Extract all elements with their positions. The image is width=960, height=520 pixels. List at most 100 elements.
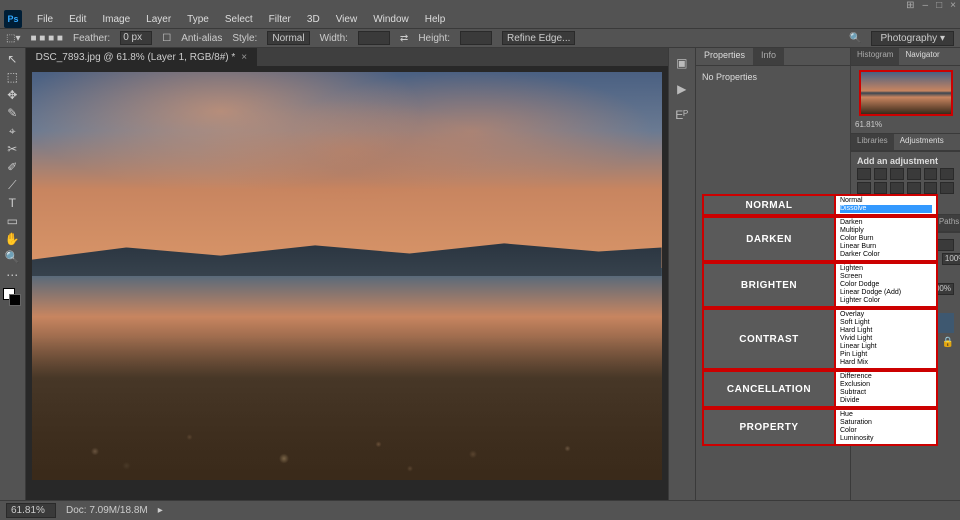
blend-mode-option[interactable]: Vivid Light <box>840 335 932 343</box>
tab-navigator[interactable]: Navigator <box>899 48 945 65</box>
close-icon[interactable]: × <box>950 0 956 11</box>
pen-tool[interactable]: ⟋ <box>1 176 23 194</box>
menu-3d[interactable]: 3D <box>300 12 327 27</box>
color-swatch[interactable] <box>3 288 21 306</box>
blend-mode-option[interactable]: Luminosity <box>840 435 932 443</box>
menu-type[interactable]: Type <box>180 12 216 27</box>
blend-mode-option[interactable]: Saturation <box>840 419 932 427</box>
blend-mode-option[interactable]: Hue <box>840 411 932 419</box>
blend-mode-option[interactable]: Linear Dodge (Add) <box>840 289 932 297</box>
menu-select[interactable]: Select <box>218 12 260 27</box>
blend-mode-option[interactable]: Hard Mix <box>840 359 932 367</box>
adj-icon[interactable] <box>857 182 871 194</box>
tab-adjustments[interactable]: Adjustments <box>894 134 950 150</box>
blend-mode-option[interactable]: Subtract <box>840 389 932 397</box>
blend-mode-option[interactable]: Soft Light <box>840 319 932 327</box>
zoom-input[interactable]: 61.81% <box>6 503 56 518</box>
close-tab-icon[interactable]: × <box>241 52 247 63</box>
blend-mode-option[interactable]: Color Dodge <box>840 281 932 289</box>
blend-mode-option[interactable]: Dissolve <box>840 205 932 213</box>
blend-mode-option[interactable]: Linear Light <box>840 343 932 351</box>
blend-mode-option[interactable]: Divide <box>840 397 932 405</box>
brush-tool[interactable]: ✐ <box>1 158 23 176</box>
menu-view[interactable]: View <box>329 12 365 27</box>
blend-mode-option[interactable]: Overlay <box>840 311 932 319</box>
adj-icon[interactable] <box>924 168 938 180</box>
blend-category-darken: DARKEN <box>702 216 836 262</box>
wand-tool[interactable]: ✎ <box>1 104 23 122</box>
blend-mode-option[interactable]: Color <box>840 427 932 435</box>
tab-properties[interactable]: Properties <box>696 48 753 65</box>
style-select[interactable]: Normal <box>267 31 309 45</box>
blend-mode-option[interactable]: Exclusion <box>840 381 932 389</box>
adj-icon[interactable] <box>907 182 921 194</box>
menu-window[interactable]: Window <box>366 12 416 27</box>
adj-icon[interactable] <box>874 168 888 180</box>
maximize-icon[interactable]: □ <box>936 0 942 11</box>
height-input[interactable] <box>460 31 492 45</box>
blend-mode-option[interactable]: Linear Burn <box>840 243 932 251</box>
blend-mode-option[interactable]: Color Burn <box>840 235 932 243</box>
tab-libraries[interactable]: Libraries <box>851 134 894 150</box>
blend-mode-option[interactable]: Darker Color <box>840 251 932 259</box>
canvas[interactable] <box>32 72 662 480</box>
blend-mode-option[interactable]: Darken <box>840 219 932 227</box>
minimize-icon[interactable]: – <box>923 0 929 11</box>
blend-mode-option[interactable]: Normal <box>840 197 932 205</box>
menu-image[interactable]: Image <box>95 12 137 27</box>
workspace-select[interactable]: Photography ▾ <box>871 31 954 46</box>
blend-category-cancellation: CANCELLATION <box>702 370 836 408</box>
blend-mode-option[interactable]: Lighten <box>840 265 932 273</box>
extra-icon[interactable]: ⊞ <box>906 0 914 11</box>
more-tools[interactable]: ⋯ <box>1 266 23 284</box>
adj-icon[interactable] <box>857 168 871 180</box>
actions-icon[interactable]: ▶ <box>673 80 691 98</box>
adj-icon[interactable] <box>924 182 938 194</box>
blend-mode-option[interactable]: Multiply <box>840 227 932 235</box>
menu-file[interactable]: File <box>30 12 60 27</box>
lasso-tool[interactable]: ✥ <box>1 86 23 104</box>
shape-tool[interactable]: ▭ <box>1 212 23 230</box>
menu-filter[interactable]: Filter <box>262 12 298 27</box>
blend-mode-option[interactable]: Hard Light <box>840 327 932 335</box>
adj-icon[interactable] <box>940 168 954 180</box>
hand-tool[interactable]: ✋ <box>1 230 23 248</box>
feather-input[interactable]: 0 px <box>120 31 152 45</box>
chevron-right-icon[interactable]: ▸ <box>158 505 163 516</box>
tab-histogram[interactable]: Histogram <box>851 48 899 65</box>
crop-tool[interactable]: ⌖ <box>1 122 23 140</box>
collapsed-panels: ▣ ▶ Eᴾ <box>668 48 695 500</box>
search-icon[interactable]: 🔍 <box>849 33 861 44</box>
blend-category-normal: NORMAL <box>702 194 836 216</box>
navigator-zoom[interactable]: 61.81% <box>855 120 882 129</box>
feather-label: Feather: <box>73 33 110 44</box>
menu-help[interactable]: Help <box>418 12 453 27</box>
blend-mode-option[interactable]: Lighter Color <box>840 297 932 305</box>
adj-icon[interactable] <box>890 182 904 194</box>
adj-icon[interactable] <box>940 182 954 194</box>
document-tab-label: DSC_7893.jpg @ 61.8% (Layer 1, RGB/8#) * <box>36 52 236 63</box>
blend-mode-option[interactable]: Pin Light <box>840 351 932 359</box>
marquee-icon[interactable]: ⬚▾ <box>6 33 20 44</box>
adj-icon[interactable] <box>874 182 888 194</box>
opacity-input[interactable]: 100% <box>942 253 960 265</box>
ep-icon[interactable]: Eᴾ <box>673 106 691 124</box>
adj-icon[interactable] <box>907 168 921 180</box>
type-tool[interactable]: T <box>1 194 23 212</box>
tab-info[interactable]: Info <box>753 48 784 65</box>
move-tool[interactable]: ↖ <box>1 50 23 68</box>
zoom-tool[interactable]: 🔍 <box>1 248 23 266</box>
blend-group-list: LightenScreenColor DodgeLinear Dodge (Ad… <box>836 262 938 308</box>
eyedropper-tool[interactable]: ✂ <box>1 140 23 158</box>
adj-icon[interactable] <box>890 168 904 180</box>
history-icon[interactable]: ▣ <box>673 54 691 72</box>
blend-mode-option[interactable]: Difference <box>840 373 932 381</box>
document-tab[interactable]: DSC_7893.jpg @ 61.8% (Layer 1, RGB/8#) *… <box>26 48 258 66</box>
menu-layer[interactable]: Layer <box>139 12 178 27</box>
menu-edit[interactable]: Edit <box>62 12 93 27</box>
width-input[interactable] <box>358 31 390 45</box>
blend-mode-option[interactable]: Screen <box>840 273 932 281</box>
marquee-tool[interactable]: ⬚ <box>1 68 23 86</box>
navigator-thumbnail[interactable] <box>859 70 953 116</box>
refine-edge-button[interactable]: Refine Edge... <box>502 31 575 45</box>
